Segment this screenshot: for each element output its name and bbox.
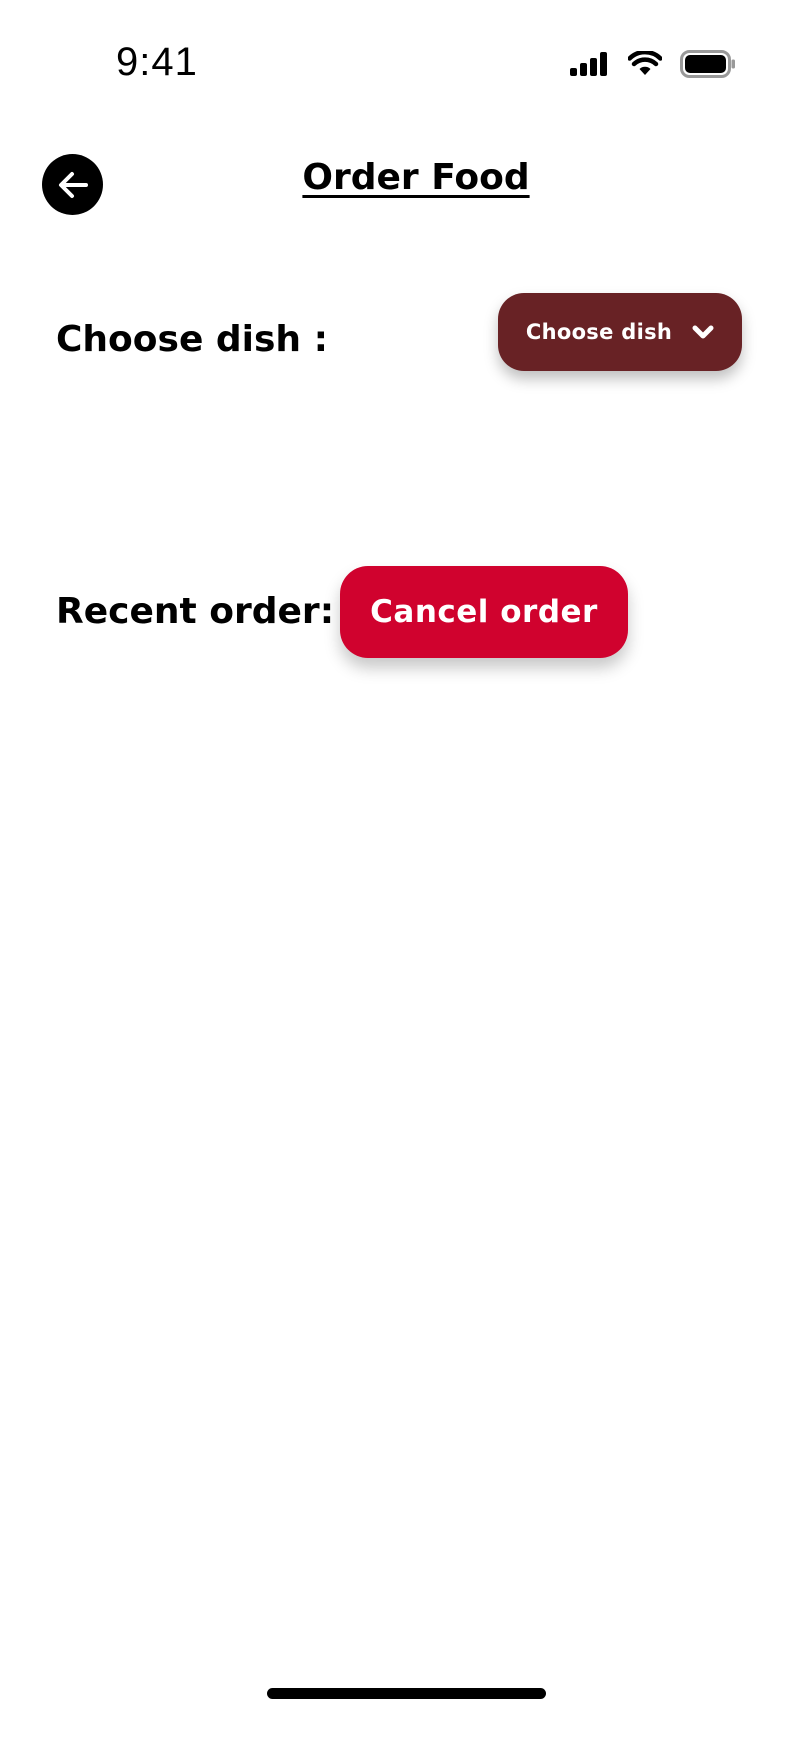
status-time: 9:41 xyxy=(116,40,198,84)
wifi-icon xyxy=(628,51,662,75)
choose-dish-dropdown-label: Choose dish xyxy=(525,320,673,344)
choose-dish-dropdown[interactable]: Choose dish xyxy=(498,293,742,371)
recent-order-label: Recent order: xyxy=(56,591,335,632)
back-button[interactable] xyxy=(42,154,103,215)
page-title-text: Order Food xyxy=(302,157,530,198)
signal-icon xyxy=(570,52,607,76)
cancel-order-button[interactable]: Cancel order xyxy=(340,566,628,658)
arrow-left-icon xyxy=(58,171,88,198)
status-icons xyxy=(570,50,736,78)
battery-icon xyxy=(680,50,735,78)
chevron-down-icon xyxy=(692,325,714,339)
home-indicator xyxy=(267,1688,546,1699)
page-title: Order Food xyxy=(0,154,812,202)
choose-dish-label: Choose dish : xyxy=(56,319,328,360)
